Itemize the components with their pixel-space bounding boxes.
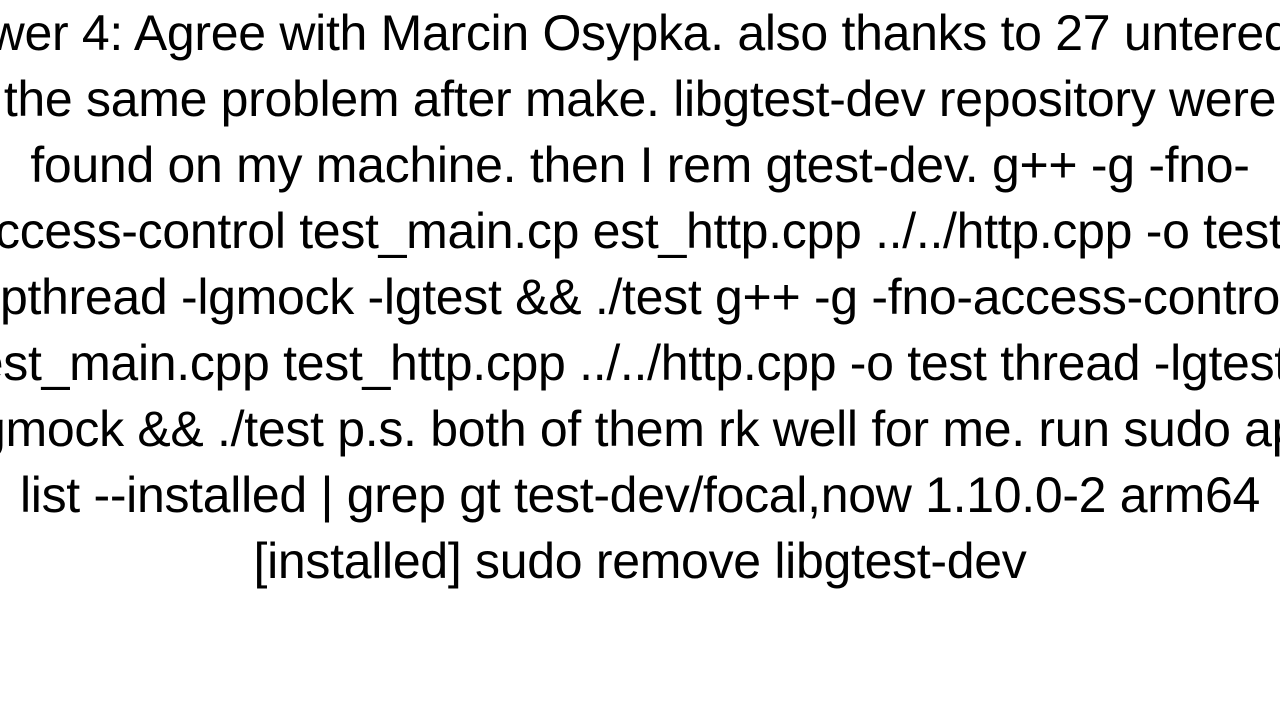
answer-text-block: wer 4: Agree with Marcin Osypka. also th…	[0, 0, 1280, 594]
